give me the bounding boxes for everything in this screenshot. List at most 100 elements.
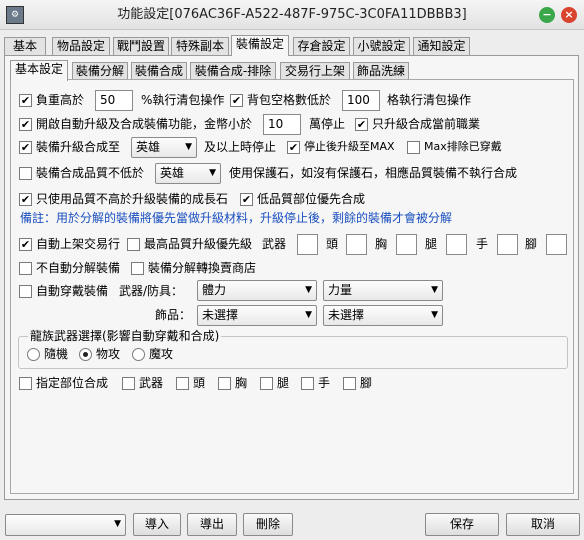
tab-special-dungeon[interactable]: 特殊副本 <box>171 37 229 56</box>
priority-weapon-input[interactable] <box>297 234 318 255</box>
priority-head-input[interactable] <box>346 234 367 255</box>
low-quality-first-checkbox[interactable]: ✔ <box>240 193 253 206</box>
max-exclude-worn-checkbox[interactable] <box>407 141 420 154</box>
radio-physical-attack[interactable] <box>79 348 92 361</box>
auto-equip-checkbox[interactable] <box>19 285 32 298</box>
tab-storage-settings[interactable]: 存倉設定 <box>293 37 350 56</box>
chevron-down-icon: ▼ <box>209 168 216 178</box>
weight-label: 負重高於 <box>36 93 85 107</box>
priority-chest-label: 胸 <box>375 237 388 251</box>
auto-list-trade-checkbox[interactable]: ✔ <box>19 238 32 251</box>
profile-dropdown[interactable]: ▼ <box>5 514 126 536</box>
tab-basic[interactable]: 基本 <box>4 37 46 56</box>
max-exclude-worn-label: Max排除已穿戴 <box>424 140 502 153</box>
cancel-button[interactable]: 取消 <box>506 513 580 536</box>
specify-slot-synthesis-label: 指定部位合成 <box>36 376 109 390</box>
slot-foot-label: 腳 <box>360 376 373 390</box>
bag-slots-input[interactable]: 100 <box>342 90 380 111</box>
synthesis-quality-checkbox[interactable] <box>19 167 32 180</box>
upgrade-stop-label: 及以上時停止 <box>204 140 277 154</box>
current-class-only-label: 只升級合成當前職業 <box>372 117 481 131</box>
chevron-down-icon: ▼ <box>305 285 312 295</box>
decompose-to-shop-checkbox[interactable] <box>131 262 144 275</box>
priority-leg-label: 腿 <box>425 237 438 251</box>
current-class-only-checkbox[interactable]: ✔ <box>355 118 368 131</box>
priority-leg-input[interactable] <box>446 234 467 255</box>
priority-head-label: 頭 <box>326 237 339 251</box>
slot-foot-checkbox[interactable] <box>343 377 356 390</box>
tab-equipment-settings[interactable]: 裝備設定 <box>231 35 289 56</box>
weapon-armor-attr2-value: 力量 <box>328 283 353 297</box>
upgrade-quality-value: 英雄 <box>136 140 161 154</box>
low-quality-first-label: 低品質部位優先合成 <box>257 192 366 206</box>
slot-weapon-checkbox[interactable] <box>122 377 135 390</box>
slot-hand-label: 手 <box>318 376 331 390</box>
priority-foot-label: 腳 <box>525 237 538 251</box>
no-auto-decompose-checkbox[interactable] <box>19 262 32 275</box>
save-button[interactable]: 保存 <box>425 513 499 536</box>
minimize-button[interactable]: − <box>539 7 555 23</box>
slot-chest-checkbox[interactable] <box>218 377 231 390</box>
accessory-attr2-value: 未選擇 <box>328 308 365 322</box>
synthesis-quality-dropdown[interactable]: 英雄 ▼ <box>155 163 221 184</box>
stop-then-max-label: 停止後升級至MAX <box>304 140 395 153</box>
weapon-armor-label: 武器/防具： <box>119 284 184 298</box>
slot-head-label: 頭 <box>193 376 206 390</box>
slot-hand-checkbox[interactable] <box>301 377 314 390</box>
no-auto-decompose-label: 不自動分解裝備 <box>36 261 121 275</box>
accessory-attr1-value: 未選擇 <box>202 308 239 322</box>
slot-weapon-label: 武器 <box>139 376 164 390</box>
tab-alt-account-settings[interactable]: 小號設定 <box>353 37 410 56</box>
auto-upgrade-checkbox[interactable]: ✔ <box>19 118 32 131</box>
gold-threshold-input[interactable]: 10 <box>263 114 301 135</box>
highest-quality-priority-checkbox[interactable] <box>127 238 140 251</box>
priority-hand-input[interactable] <box>497 234 518 255</box>
slot-leg-checkbox[interactable] <box>260 377 273 390</box>
radio-magic-attack-label: 魔攻 <box>149 347 174 361</box>
weight-percent-input[interactable]: 50 <box>95 90 133 111</box>
radio-physical-attack-label: 物攻 <box>96 347 121 361</box>
weapon-armor-attr1-value: 體力 <box>202 283 227 297</box>
bag-slots-checkbox[interactable]: ✔ <box>230 94 243 107</box>
tab-item-settings[interactable]: 物品設定 <box>52 37 110 56</box>
growth-stone-checkbox[interactable]: ✔ <box>19 193 32 206</box>
bag-slots-suffix-label: 格執行清包操作 <box>387 93 472 107</box>
dragon-weapon-group-title: 龍族武器選擇(影響自動穿戴和合成) <box>28 328 222 344</box>
upgrade-to-checkbox[interactable]: ✔ <box>19 141 32 154</box>
radio-magic-attack[interactable] <box>132 348 145 361</box>
priority-hand-label: 手 <box>476 237 489 251</box>
slot-leg-label: 腿 <box>277 376 290 390</box>
priority-chest-input[interactable] <box>396 234 417 255</box>
specify-slot-synthesis-checkbox[interactable] <box>19 377 32 390</box>
radio-random-label: 隨機 <box>44 347 69 361</box>
close-button[interactable]: × <box>561 7 577 23</box>
upgrade-quality-dropdown[interactable]: 英雄 ▼ <box>131 137 197 158</box>
stop-then-max-checkbox[interactable]: ✔ <box>287 141 300 154</box>
weapon-armor-attr1-dropdown[interactable]: 體力 ▼ <box>197 280 317 301</box>
chevron-down-icon: ▼ <box>114 519 121 529</box>
accessory-label: 飾品： <box>155 308 192 322</box>
import-button[interactable]: 導入 <box>133 513 181 536</box>
radio-random[interactable] <box>27 348 40 361</box>
export-button[interactable]: 導出 <box>187 513 237 536</box>
protection-stone-label: 使用保護石，如沒有保護石，相應品質裝備不執行合成 <box>229 166 518 180</box>
accessory-attr1-dropdown[interactable]: 未選擇 ▼ <box>197 305 317 326</box>
chevron-down-icon: ▼ <box>305 310 312 320</box>
accessory-attr2-dropdown[interactable]: 未選擇 ▼ <box>323 305 443 326</box>
subtab-basic-settings[interactable]: 基本設定 <box>10 60 68 81</box>
window-title: 功能設定[076AC36F-A522-487F-975C-3C0FA11DBBB… <box>117 7 467 22</box>
note-text: 備註：用於分解的裝備將優先當做升級材料，升級停止後，剩餘的裝備才會被分解 <box>20 211 453 225</box>
chevron-down-icon: ▼ <box>185 142 192 152</box>
slot-head-checkbox[interactable] <box>176 377 189 390</box>
weight-threshold-checkbox[interactable]: ✔ <box>19 94 32 107</box>
delete-button[interactable]: 刪除 <box>243 513 293 536</box>
weapon-armor-attr2-dropdown[interactable]: 力量 ▼ <box>323 280 443 301</box>
tab-notification-settings[interactable]: 通知設定 <box>413 37 470 56</box>
synthesis-quality-value: 英雄 <box>160 166 185 180</box>
synthesis-quality-label: 裝備合成品質不低於 <box>36 166 145 180</box>
growth-stone-label: 只使用品質不高於升級裝備的成長石 <box>36 192 229 206</box>
auto-equip-label: 自動穿戴裝備 <box>36 284 109 298</box>
bag-slots-label: 背包空格數低於 <box>247 93 332 107</box>
priority-foot-input[interactable] <box>546 234 567 255</box>
tab-battle-settings[interactable]: 戰鬥設置 <box>113 37 169 56</box>
